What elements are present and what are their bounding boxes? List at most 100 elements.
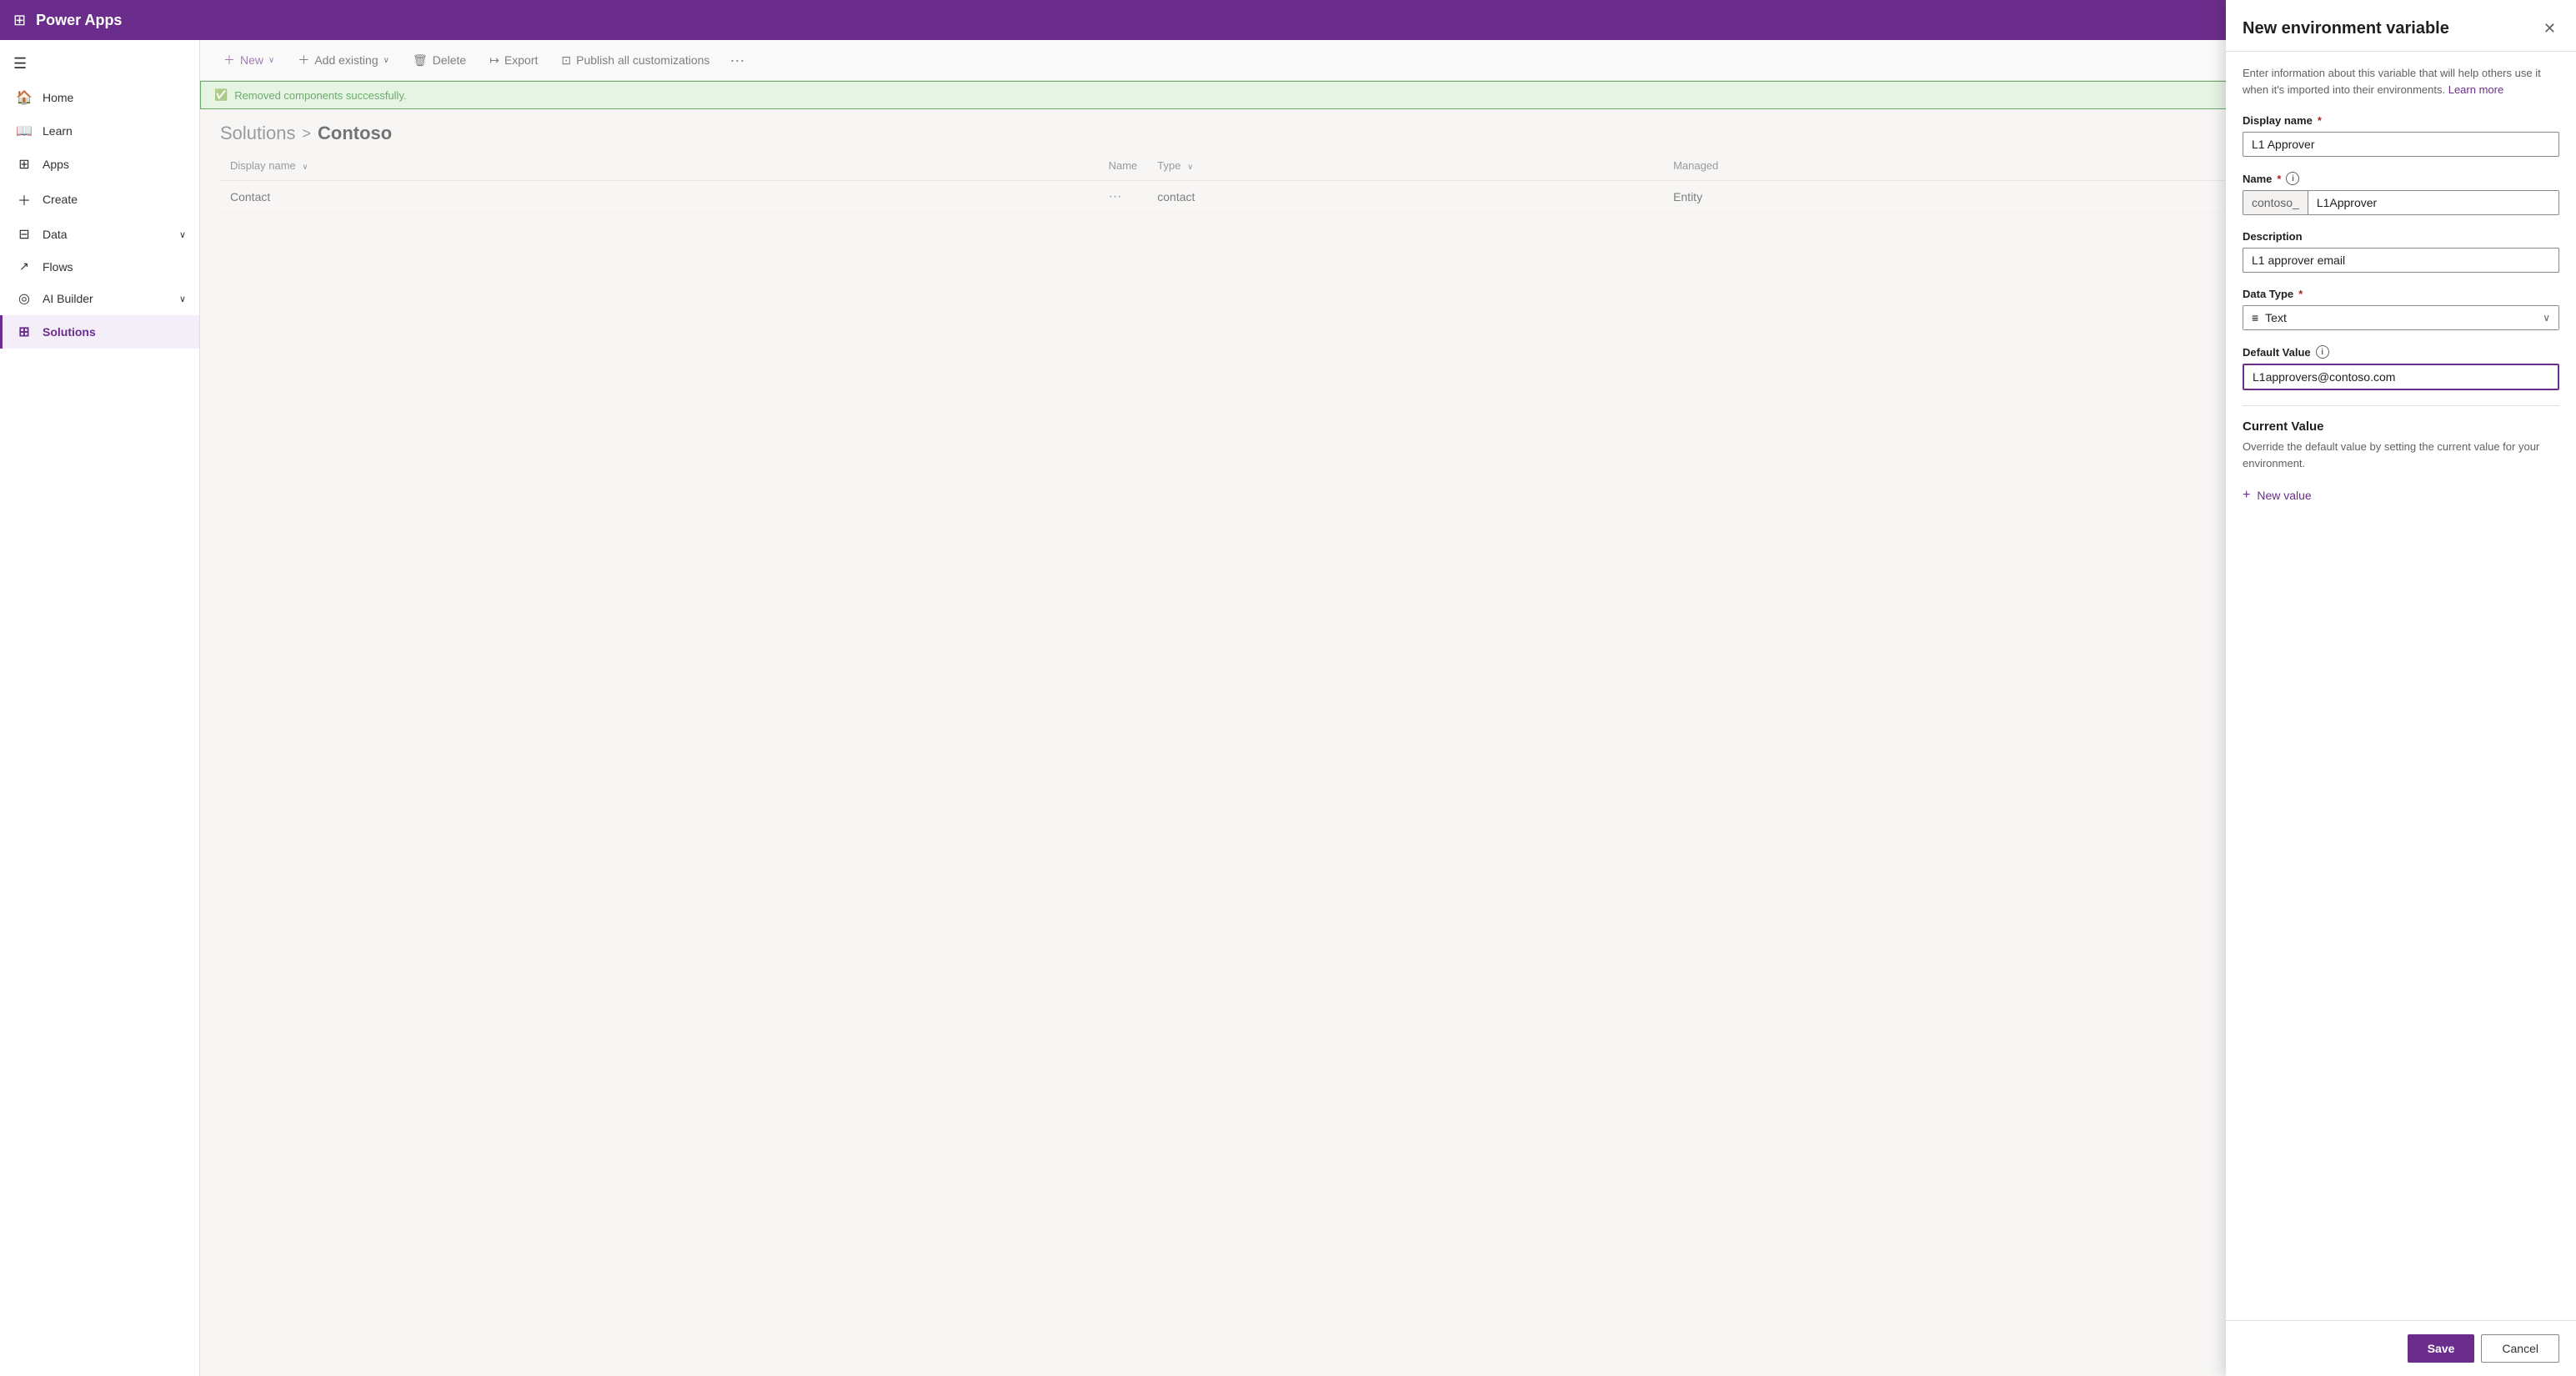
create-icon: ＋: [16, 189, 33, 209]
name-info-icon[interactable]: i: [2286, 172, 2299, 185]
data-type-group: Data Type * ≡ Text ∨: [2243, 288, 2559, 330]
sort-icon-display-name: ∨: [302, 163, 308, 172]
data-type-required: *: [2298, 288, 2303, 300]
more-button[interactable]: ···: [723, 48, 751, 73]
add-existing-chevron-icon: ∨: [383, 56, 389, 65]
name-prefix: contoso_: [2243, 191, 2308, 214]
table-row: Contact ··· contact Entity 🔒: [220, 181, 2556, 213]
new-value-plus-icon: +: [2243, 488, 2250, 503]
new-value-button[interactable]: + New value: [2243, 483, 2312, 508]
data-type-select[interactable]: ≡ Text ∨: [2243, 305, 2559, 330]
name-label: Name * i: [2243, 172, 2559, 185]
panel-header: New environment variable ✕: [2226, 40, 2576, 52]
col-type[interactable]: Type ∨: [1147, 151, 1663, 181]
sidebar-item-learn[interactable]: 📖 Learn: [0, 114, 199, 148]
new-plus-icon: ＋: [223, 52, 235, 68]
add-existing-label: Add existing: [314, 53, 378, 67]
sidebar-item-apps[interactable]: ⊞ Apps: [0, 148, 199, 181]
current-value-desc: Override the default value by setting th…: [2243, 439, 2559, 471]
save-button[interactable]: Save: [2408, 1334, 2475, 1363]
sidebar-item-flows[interactable]: ↗ Flows: [0, 251, 199, 282]
add-existing-plus-icon: ＋: [298, 52, 309, 68]
col-name[interactable]: Name: [1099, 151, 1148, 181]
cell-name: contact: [1147, 181, 1663, 213]
solutions-table: Display name ∨ Name Type ∨ Managed: [220, 151, 2556, 213]
delete-icon: 🗑: [413, 53, 428, 68]
publish-label: Publish all customizations: [576, 53, 709, 67]
delete-button[interactable]: 🗑 Delete: [403, 48, 476, 73]
col-display-name-label: Display name: [230, 159, 296, 172]
sidebar-label-solutions: Solutions: [43, 325, 96, 339]
sidebar-label-home: Home: [43, 91, 73, 104]
sidebar-item-ai-builder[interactable]: ◎ AI Builder ∨: [0, 282, 199, 315]
toolbar: ＋ New ∨ ＋ Add existing ∨ 🗑 Delete ↦ Expo…: [200, 40, 2576, 81]
default-value-info-icon[interactable]: i: [2316, 345, 2329, 359]
sidebar-label-create: Create: [43, 193, 78, 206]
cell-actions[interactable]: ···: [1099, 181, 1148, 213]
sidebar-item-solutions[interactable]: ⊞ Solutions: [0, 315, 199, 349]
sidebar-label-data: Data: [43, 228, 68, 241]
data-type-icon: ≡: [2252, 311, 2258, 324]
panel-description: Enter information about this variable th…: [2243, 65, 2559, 98]
sidebar-label-learn: Learn: [43, 124, 73, 138]
sidebar-label-apps: Apps: [43, 158, 69, 171]
new-value-label: New value: [2257, 489, 2311, 502]
cell-type: Entity: [1663, 181, 2247, 213]
sort-icon-type: ∨: [1187, 163, 1193, 172]
col-managed-label: Managed: [1673, 159, 1718, 172]
apps-icon: ⊞: [16, 156, 33, 173]
sidebar-item-home[interactable]: 🏠 Home: [0, 81, 199, 114]
name-suffix-input[interactable]: [2308, 191, 2558, 214]
ai-expand-icon: ∨: [179, 294, 186, 304]
success-icon: ✅: [214, 88, 228, 102]
ai-builder-icon: ◎: [16, 290, 33, 307]
description-label: Description: [2243, 230, 2559, 243]
success-banner: ✅ Removed components successfully.: [200, 81, 2576, 109]
cell-display-name: Contact: [220, 181, 1099, 213]
col-name-label: Name: [1109, 159, 1138, 172]
home-icon: 🏠: [16, 89, 33, 106]
breadcrumb-current: Contoso: [318, 123, 392, 144]
display-name-input[interactable]: [2243, 132, 2559, 157]
new-button[interactable]: ＋ New ∨: [213, 47, 284, 73]
sidebar-item-create[interactable]: ＋ Create: [0, 181, 199, 218]
learn-icon: 📖: [16, 123, 33, 139]
main-content: ＋ New ∨ ＋ Add existing ∨ 🗑 Delete ↦ Expo…: [200, 40, 2576, 1376]
data-type-select-inner[interactable]: ≡ Text ∨: [2243, 306, 2558, 329]
data-expand-icon: ∨: [179, 229, 186, 240]
col-display-name[interactable]: Display name ∨: [220, 151, 1099, 181]
sidebar-label-ai-builder: AI Builder: [43, 292, 93, 305]
env-variable-panel: New environment variable ✕ Enter informa…: [2226, 40, 2576, 1376]
panel-close-button[interactable]: ✕: [2540, 40, 2559, 41]
breadcrumb: Solutions > Contoso: [200, 109, 2576, 151]
app-title: Power Apps: [36, 12, 122, 29]
add-existing-button[interactable]: ＋ Add existing ∨: [288, 47, 399, 73]
data-type-value: Text: [2265, 311, 2543, 324]
default-value-input[interactable]: [2243, 364, 2559, 390]
data-type-label: Data Type *: [2243, 288, 2559, 300]
panel-body: Enter information about this variable th…: [2226, 52, 2576, 1320]
col-managed[interactable]: Managed: [1663, 151, 2247, 181]
cancel-button[interactable]: Cancel: [2481, 1334, 2559, 1363]
table-area: Display name ∨ Name Type ∨ Managed: [200, 151, 2576, 1376]
display-name-label: Display name *: [2243, 114, 2559, 127]
publish-button[interactable]: ⊡ Publish all customizations: [551, 48, 719, 73]
breadcrumb-solutions[interactable]: Solutions: [220, 123, 296, 144]
success-message: Removed components successfully.: [234, 89, 406, 102]
data-type-chevron-icon: ∨: [2543, 312, 2550, 324]
description-group: Description: [2243, 230, 2559, 273]
name-group: Name * i contoso_: [2243, 172, 2559, 215]
panel-divider: [2243, 405, 2559, 406]
name-input-group: contoso_: [2243, 190, 2559, 215]
description-input[interactable]: [2243, 248, 2559, 273]
learn-more-link[interactable]: Learn more: [2448, 83, 2503, 96]
export-button[interactable]: ↦ Export: [479, 48, 548, 73]
grid-icon[interactable]: ⊞: [13, 12, 26, 29]
sidebar-item-data[interactable]: ⊟ Data ∨: [0, 218, 199, 251]
default-value-label: Default Value i: [2243, 345, 2559, 359]
col-type-label: Type: [1157, 159, 1180, 172]
name-required: *: [2277, 173, 2281, 185]
current-value-title: Current Value: [2243, 419, 2559, 434]
hamburger-menu[interactable]: ☰: [0, 47, 199, 81]
breadcrumb-separator: >: [303, 125, 312, 143]
